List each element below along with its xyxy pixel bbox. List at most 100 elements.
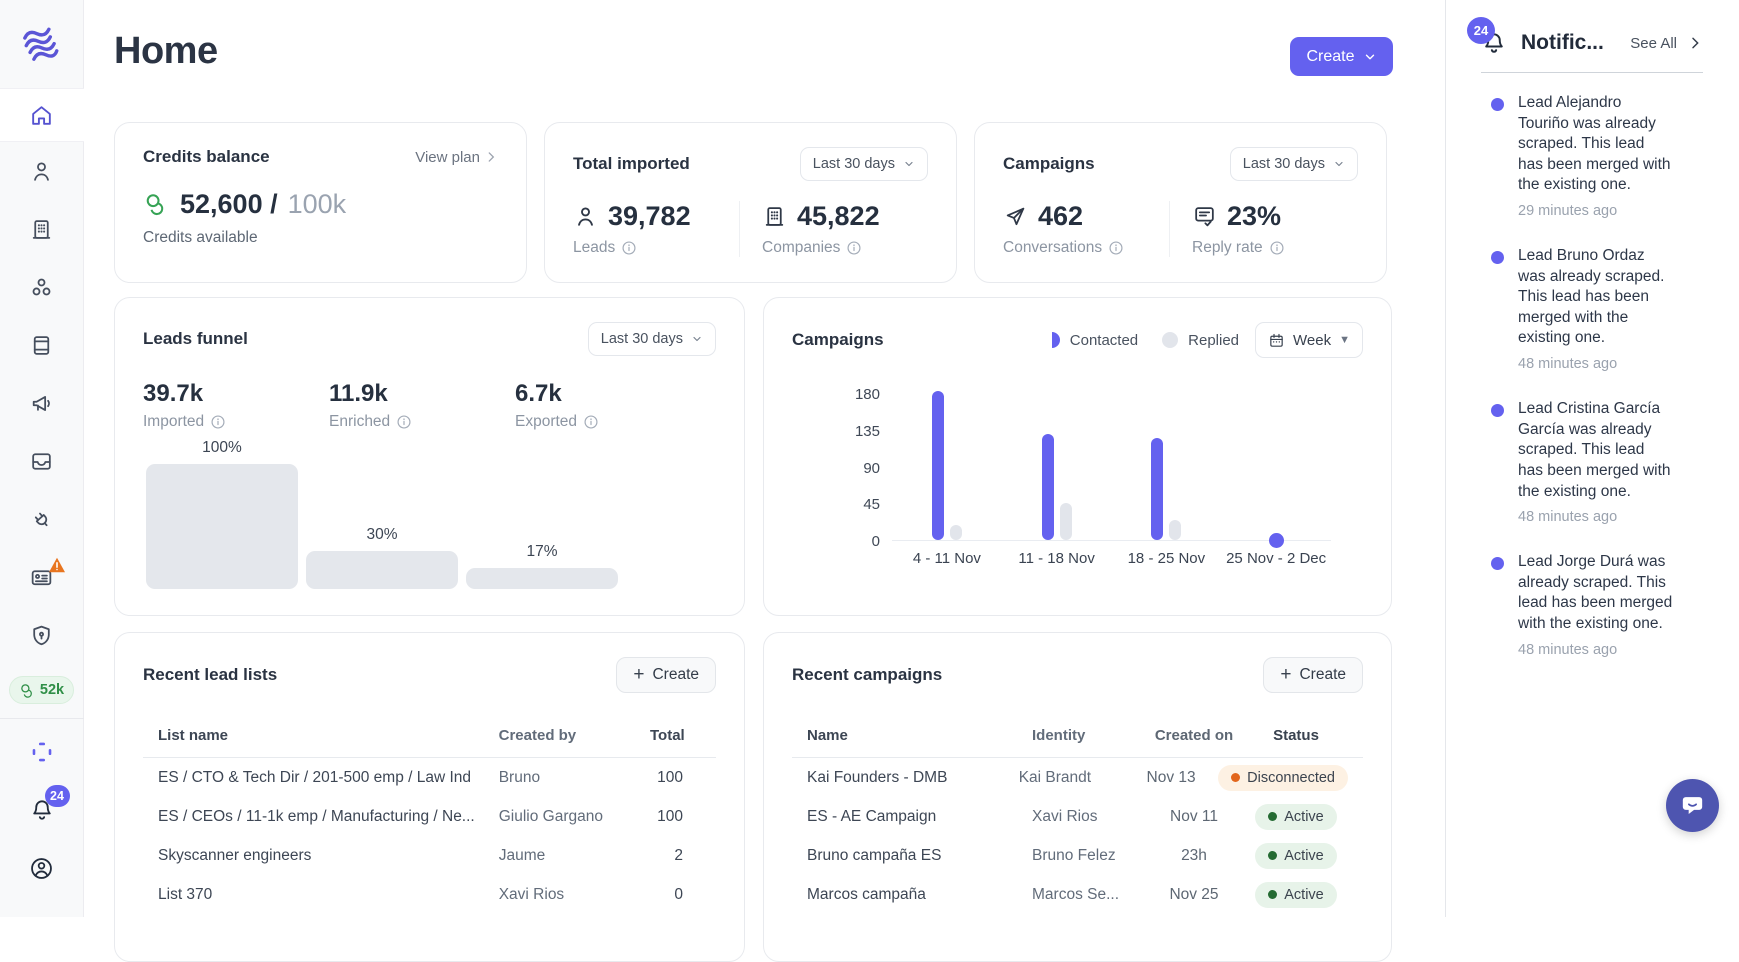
list-created-by: Bruno [498, 768, 541, 786]
notification-item[interactable]: Lead Jorge Durá was already scraped. Thi… [1491, 552, 1739, 658]
companies-stat: 45,822 Companies [762, 201, 928, 257]
campaigns-range-dropdown[interactable]: Last 30 days [1229, 147, 1358, 181]
info-icon[interactable] [846, 240, 862, 256]
notification-timestamp: 48 minutes ago [1518, 509, 1618, 526]
group-icon [32, 278, 51, 295]
sidebar-item-audiences[interactable] [0, 258, 84, 316]
table-row[interactable]: Kai Founders - DMB Kai Brandt Nov 13 Dis… [792, 758, 1363, 797]
sidebar-item-companies[interactable] [0, 200, 84, 258]
replied-bar [1059, 503, 1072, 540]
chat-bubble-icon [1682, 797, 1703, 815]
list-created-by: Giulio Gargano [498, 807, 603, 825]
imported-range-dropdown[interactable]: Last 30 days [799, 147, 928, 181]
notification-timestamp: 48 minutes ago [1518, 356, 1618, 373]
imported-funnel-stat: 39.7k Imported [143, 380, 329, 431]
col-name: Name [807, 727, 848, 744]
status-badge: Active [1255, 803, 1337, 830]
notification-item[interactable]: Lead Cristina García García was already … [1491, 399, 1739, 525]
conversations-stat: 462 Conversations [1003, 201, 1169, 257]
notifications-header: 24 Notific... See All [1467, 17, 1703, 73]
campaign-name: ES - AE Campaign [807, 807, 937, 825]
sidebar-item-notifications[interactable]: 24 [0, 781, 84, 839]
table-row[interactable]: ES / CEOs / 11-1k emp / Manufacturing / … [143, 797, 716, 836]
info-icon[interactable] [583, 414, 599, 430]
notification-text: Lead Cristina García García was already … [1518, 400, 1671, 500]
info-icon[interactable] [1269, 240, 1285, 256]
info-icon[interactable] [210, 414, 226, 430]
contacted-bar [1041, 433, 1054, 540]
campaign-created-on: Nov 25 [1169, 885, 1219, 903]
create-button[interactable]: Create [1290, 37, 1393, 76]
see-all-link[interactable]: See All [1630, 35, 1677, 52]
sidebar-item-account[interactable] [0, 839, 84, 897]
campaign-identity: Marcos Se... [1032, 885, 1119, 903]
sidebar-item-scan[interactable] [0, 723, 84, 781]
sidebar-item-home[interactable] [0, 88, 84, 142]
lead-lists-table: List name Created by Total ES / CTO & Te… [143, 727, 716, 914]
chevron-down-icon [905, 161, 913, 167]
sidebar-credits-value: 52k [39, 682, 65, 698]
view-plan-link[interactable]: View plan [415, 149, 498, 166]
status-dot-icon [1268, 851, 1278, 860]
sidebar-item-inbox[interactable] [0, 432, 84, 490]
funnel-range-dropdown[interactable]: Last 30 days [587, 322, 716, 356]
chat-launcher-button[interactable] [1666, 779, 1719, 832]
week-dropdown[interactable]: Week ▼ [1255, 322, 1363, 358]
campaigns-card-title: Campaigns [1003, 154, 1095, 173]
sidebar-item-integrations[interactable] [0, 490, 84, 548]
notification-timestamp: 48 minutes ago [1518, 641, 1618, 658]
plug-icon [34, 512, 48, 526]
exported-funnel-stat: 6.7k Exported [515, 380, 701, 431]
create-lead-list-button[interactable]: + Create [616, 657, 716, 693]
see-all-chevron[interactable] [1687, 35, 1703, 51]
campaign-name: Kai Founders - DMB [807, 768, 948, 786]
x-axis-label: 11 - 18 Nov [1018, 550, 1095, 567]
campaigns-header-row: Name Identity Created on Status [792, 727, 1363, 758]
recent-campaigns-table: Name Identity Created on Status Kai Foun… [792, 727, 1363, 914]
table-row[interactable]: Skyscanner engineers Jaume 2 [143, 836, 716, 875]
imported-card-title: Total imported [573, 154, 690, 173]
sidebar-credits-badge[interactable]: 52k [8, 676, 75, 704]
app-logo[interactable] [0, 0, 83, 88]
notification-item[interactable]: Lead Bruno Ordaz was already scraped. Th… [1491, 246, 1739, 372]
table-row[interactable]: ES - AE Campaign Xavi Rios Nov 11 Active [792, 797, 1363, 836]
status-badge: Active [1255, 881, 1337, 908]
funnel-title: Leads funnel [143, 329, 248, 348]
chart-legend: Contacted Replied [1051, 332, 1239, 349]
campaign-name: Marcos campaña [807, 885, 926, 903]
list-name: ES / CEOs / 11-1k emp / Manufacturing / … [158, 807, 475, 825]
funnel-bars: 100% 30% 17% [146, 439, 618, 589]
sidebar-item-playbooks[interactable] [0, 316, 84, 374]
chevron-right-icon [1692, 37, 1699, 49]
shield-icon [33, 625, 50, 645]
info-icon[interactable] [621, 240, 637, 256]
recent-campaigns-card: Recent campaigns + Create Name Identity … [763, 632, 1392, 962]
create-campaign-label: Create [1299, 666, 1346, 683]
sidebar-bell-badge: 24 [44, 785, 70, 807]
notification-item[interactable]: Lead Alejandro Touriño was already scrap… [1491, 93, 1739, 219]
info-icon[interactable] [1108, 240, 1124, 256]
x-axis-label: 18 - 25 Nov [1127, 550, 1206, 567]
status-dot-icon [1231, 773, 1241, 782]
list-total: 100 [657, 768, 683, 786]
table-row[interactable]: List 370 Xavi Rios 0 [143, 875, 716, 914]
bar-group [892, 391, 1002, 540]
campaigns-bar-chart: 0 45 90 135 180 4 - 11 Nov 11 - 18 Nov 18 - 25… [820, 380, 1337, 580]
week-dropdown-label: Week [1293, 331, 1332, 349]
recent-campaigns-title: Recent campaigns [792, 665, 943, 684]
table-row[interactable]: Bruno campaña ES Bruno Felez 23h Active [792, 836, 1363, 875]
reply-rate-stat: 23% Reply rate [1192, 201, 1358, 257]
contacted-bar [1151, 437, 1164, 540]
sidebar-item-campaigns[interactable] [0, 374, 84, 432]
sidebar-item-identities[interactable] [0, 548, 84, 606]
plus-icon: + [1280, 663, 1292, 685]
info-icon[interactable] [396, 414, 412, 430]
table-row[interactable]: ES / CTO & Tech Dir / 201-500 emp / Law … [143, 758, 716, 797]
table-row[interactable]: Marcos campaña Marcos Se... Nov 25 Activ… [792, 875, 1363, 914]
sidebar-item-security[interactable] [0, 606, 84, 664]
campaigns-stats-card: Campaigns Last 30 days 462 Conversations [974, 122, 1387, 283]
notification-timestamp: 29 minutes ago [1518, 203, 1618, 220]
status-dot-icon [1268, 812, 1278, 821]
create-campaign-button[interactable]: + Create [1263, 657, 1363, 693]
sidebar-item-leads[interactable] [0, 142, 84, 200]
